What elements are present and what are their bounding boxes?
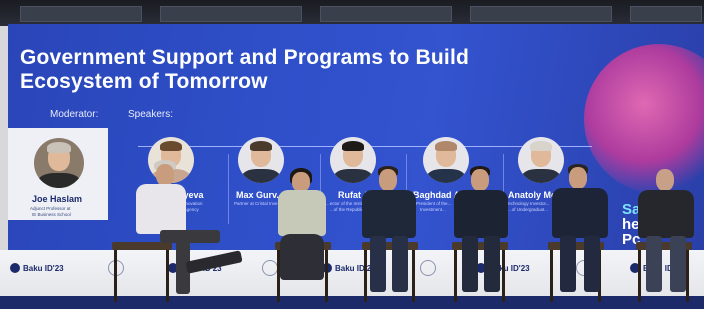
emblem-icon [262, 260, 278, 276]
ceiling-light [160, 6, 302, 22]
moderator-label: Moderator: [50, 109, 99, 120]
speaker-role-5a: Technology Investor... [506, 201, 550, 206]
event-brand: Baku ID'23 [322, 263, 376, 273]
brand-logo-icon [10, 263, 20, 273]
ceiling-light [630, 6, 702, 22]
emblem-icon [420, 260, 436, 276]
ceiling-light [470, 6, 612, 22]
title-line-1: Government Support and Programs to Build [20, 46, 470, 69]
decorative-glow [584, 44, 704, 194]
speaker-photo-4 [423, 137, 469, 183]
ceiling [0, 0, 704, 26]
event-photo: Government Support and Programs to Build… [0, 0, 704, 309]
moderator-card: Joe Haslam Adjunct Professor at IE Busin… [8, 128, 108, 220]
speaker-photo-2 [238, 137, 284, 183]
session-title: Government Support and Programs to Build… [20, 46, 540, 94]
speaker-separator [228, 154, 229, 224]
speaker-role-3a: ...ector of the Instit... [326, 201, 367, 206]
moderator-name: Joe Haslam [32, 194, 83, 204]
title-line-2: Ecosystem of Tomorrow [20, 70, 268, 93]
speaker-role-5b: ...of Undergraduat... [508, 207, 549, 212]
speaker-role-4a: President of the... [416, 201, 452, 206]
speaker-role-4b: Investment... [420, 207, 446, 212]
ceiling-light [20, 6, 142, 22]
speaker-photo-5 [518, 137, 564, 183]
speaker-role-2a: Partner at Cristal Inve... [234, 201, 282, 206]
speaker-name-2: Max Gurv... [236, 190, 284, 200]
event-brand: Baku ID'23 [10, 263, 64, 273]
moderator-role-1: Adjunct Professor at [30, 206, 71, 211]
speaker-photo-3 [330, 137, 376, 183]
moderator-role-2: IE Business School [32, 212, 71, 217]
speakers-label: Speakers: [128, 109, 174, 120]
moderator-photo [34, 138, 84, 188]
ceiling-light [320, 6, 452, 22]
